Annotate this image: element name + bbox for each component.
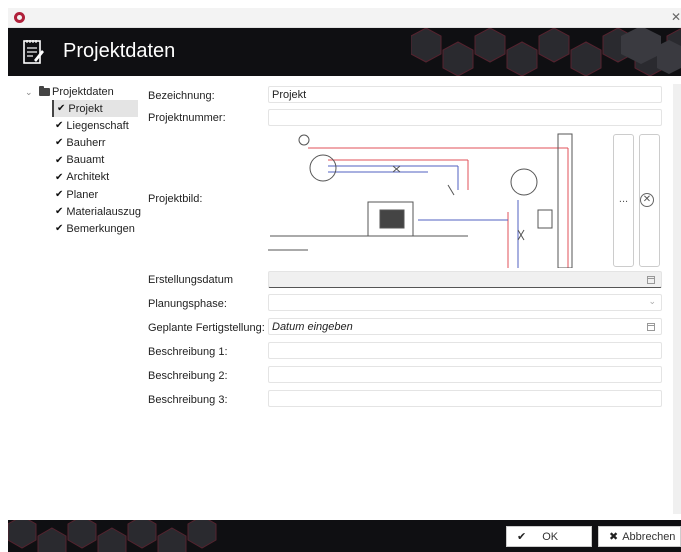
dialog-footer: ✔ OK ✖ Abbrechen	[8, 520, 681, 552]
check-icon: ✔	[517, 531, 527, 543]
check-icon: ✔	[55, 189, 64, 201]
calendar-icon[interactable]	[647, 323, 655, 331]
navigation-tree: ⌄ Projektdaten ✔ Projekt ✔ Liegenschaft …	[25, 84, 143, 238]
dialog-title: Projektdaten	[63, 40, 176, 62]
beschreibung3-field[interactable]	[268, 390, 662, 407]
tree-item-materialauszug[interactable]: ✔ Materialauszug	[25, 203, 143, 220]
tree-root-label: Projektdaten	[52, 86, 114, 98]
beschreibung1-label: Beschreibung 1:	[148, 346, 228, 358]
browse-image-label: ...	[618, 193, 629, 205]
check-icon: ✔	[55, 171, 64, 183]
tree-item-label: Architekt	[66, 171, 110, 184]
tree-item-label: Materialauszug	[66, 205, 141, 218]
chevron-down-icon[interactable]: ⌄	[648, 296, 656, 307]
tree-item-projekt[interactable]: ✔ Projekt	[52, 100, 138, 118]
check-icon: ✔	[55, 223, 64, 235]
folder-icon	[39, 86, 50, 96]
tree-item-liegenschaft[interactable]: ✔ Liegenschaft	[25, 117, 143, 134]
tree-item-label: Bauherr	[66, 136, 106, 149]
tree-item-bauherr[interactable]: ✔ Bauherr	[25, 134, 143, 151]
fertigstellung-value: Datum eingeben	[272, 321, 353, 333]
projektnummer-field[interactable]	[268, 109, 662, 126]
beschreibung2-label: Beschreibung 2:	[148, 370, 228, 382]
bezeichnung-field[interactable]: Projekt	[268, 86, 662, 103]
dialog-header: Projektdaten	[8, 28, 681, 76]
close-window-button[interactable]: ✕	[671, 10, 681, 24]
beschreibung3-label: Beschreibung 3:	[148, 394, 228, 406]
tree-item-bauamt[interactable]: ✔ Bauamt	[25, 152, 143, 169]
tree-item-label: Bemerkungen	[66, 222, 135, 235]
calendar-icon[interactable]	[647, 276, 655, 284]
beschreibung1-field[interactable]	[268, 342, 662, 359]
tree-item-label: Liegenschaft	[66, 119, 129, 132]
tree-item-planer[interactable]: ✔ Planer	[25, 186, 143, 203]
erstellungsdatum-field	[268, 271, 662, 288]
projektbild-image[interactable]	[268, 130, 610, 268]
check-icon: ✔	[57, 103, 66, 115]
chevron-down-icon[interactable]: ⌄	[25, 87, 39, 98]
tree-item-label: Bauamt	[66, 154, 105, 167]
ok-button-label: OK	[542, 530, 559, 543]
fertigstellung-field[interactable]: Datum eingeben	[268, 318, 662, 335]
cancel-button-label: Abbrechen	[622, 530, 676, 543]
tree-item-architekt[interactable]: ✔ Architekt	[25, 169, 143, 186]
tree-item-bemerkungen[interactable]: ✔ Bemerkungen	[25, 220, 143, 237]
tree-item-label: Planer	[66, 188, 99, 201]
title-bar: ✕	[8, 8, 681, 28]
beschreibung2-field[interactable]	[268, 366, 662, 383]
remove-image-button[interactable]: ✕	[639, 134, 660, 267]
bezeichnung-label: Bezeichnung:	[148, 90, 215, 102]
hexagon-pattern-decoration	[411, 28, 681, 76]
document-edit-icon	[23, 40, 44, 64]
erstellungsdatum-label: Erstellungsdatum	[148, 274, 233, 286]
hexagon-pattern-decoration	[8, 520, 217, 552]
check-icon: ✔	[55, 154, 64, 166]
tree-root-projektdaten[interactable]: ⌄ Projektdaten	[25, 84, 143, 100]
planungsphase-select[interactable]: ⌄	[268, 294, 662, 311]
fertigstellung-label: Geplante Fertigstellung:	[148, 322, 265, 334]
check-icon: ✔	[55, 206, 64, 218]
close-icon: ✖	[609, 531, 619, 543]
browse-image-button[interactable]: ...	[613, 134, 634, 267]
projektbild-label: Projektbild:	[148, 193, 203, 205]
tree-item-label: Projekt	[68, 102, 103, 115]
vertical-scrollbar[interactable]	[673, 84, 681, 514]
planungsphase-label: Planungsphase:	[148, 298, 227, 310]
app-icon	[14, 12, 25, 23]
projektnummer-label: Projektnummer:	[148, 112, 226, 124]
check-icon: ✔	[55, 120, 64, 132]
check-icon: ✔	[55, 137, 64, 149]
cancel-button[interactable]: ✖ Abbrechen	[598, 526, 681, 547]
close-circle-icon: ✕	[640, 193, 654, 207]
ok-button[interactable]: ✔ OK	[506, 526, 592, 547]
